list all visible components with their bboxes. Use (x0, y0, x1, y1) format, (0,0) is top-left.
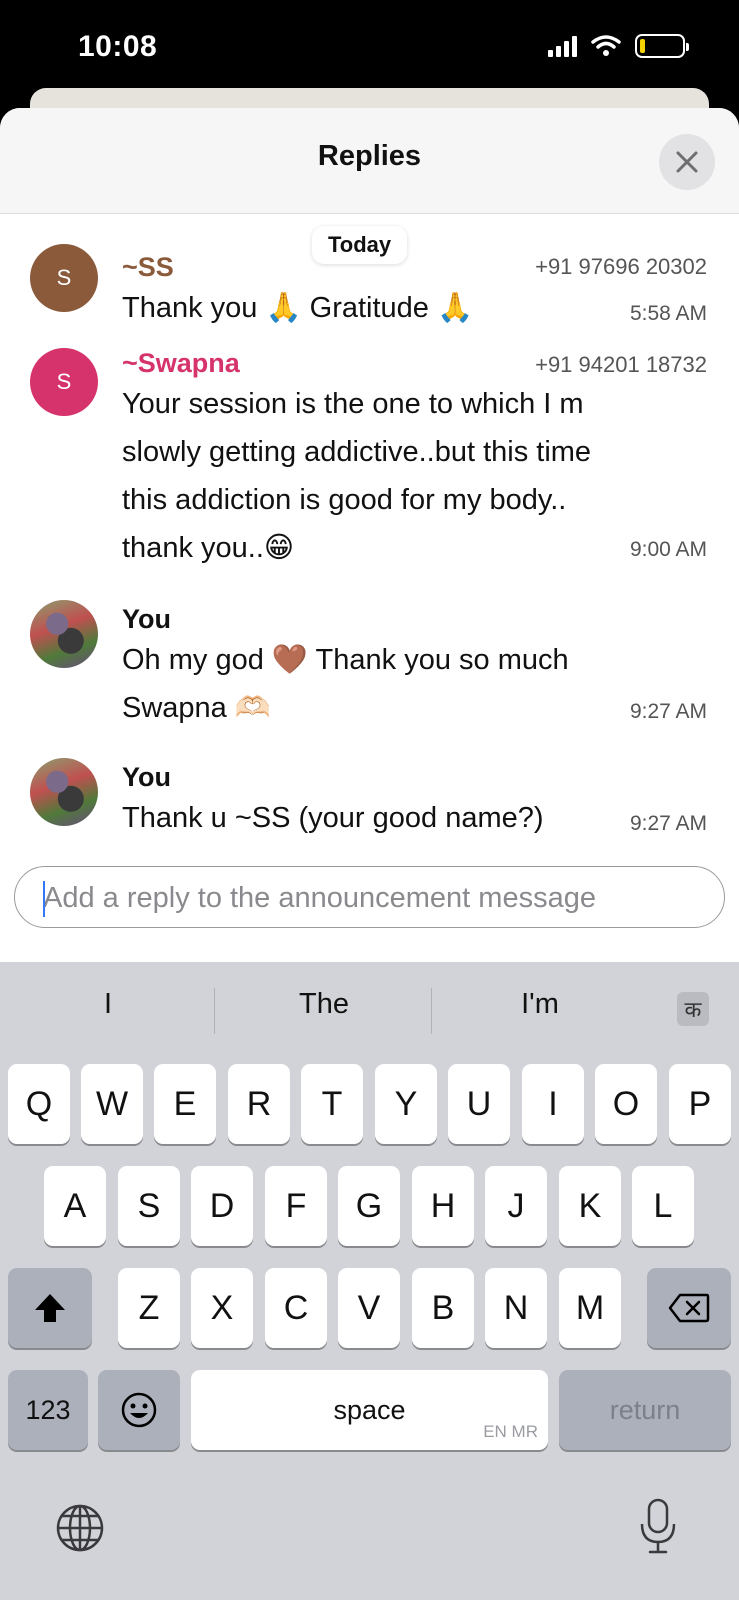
message-text: Thank you 🙏 Gratitude 🙏 (122, 284, 642, 332)
message-line: Swapna 🫶🏻 (122, 692, 271, 724)
message-line: Your session is the one to which I m (122, 388, 584, 420)
message-line: thank you..😁 (122, 532, 295, 564)
message-line: Thank u ~SS (your good name?) (122, 802, 544, 834)
close-icon (676, 151, 698, 173)
key-z[interactable]: Z (118, 1268, 180, 1348)
suggestion-item[interactable]: I (8, 988, 208, 1021)
sender-name[interactable]: ~Swapna (122, 348, 240, 379)
message-text: Thank u ~SS (your good name?) (122, 794, 642, 842)
sender-phone: +91 97696 20302 (535, 254, 707, 279)
key-e[interactable]: E (154, 1064, 216, 1144)
space-label: space (333, 1394, 406, 1425)
message-time: 9:00 AM (629, 538, 707, 561)
key-n[interactable]: N (485, 1268, 547, 1348)
key-h[interactable]: H (412, 1166, 474, 1246)
key-i[interactable]: I (522, 1064, 584, 1144)
message-line: Oh my god 🤎 Thank you so much (122, 644, 569, 676)
key-x[interactable]: X (191, 1268, 253, 1348)
message-text: Oh my god 🤎 Thank you so much Swapna 🫶🏻 (122, 636, 642, 732)
key-a[interactable]: A (44, 1166, 106, 1246)
key-q[interactable]: Q (8, 1064, 70, 1144)
emoji-key[interactable] (98, 1370, 180, 1450)
mic-icon[interactable] (638, 1496, 678, 1556)
keyboard: I The I'm क Q W E R T Y U I O P A S D F … (0, 962, 739, 1600)
key-w[interactable]: W (81, 1064, 143, 1144)
message-time: 9:27 AM (629, 812, 707, 835)
key-t[interactable]: T (301, 1064, 363, 1144)
script-switch-key[interactable]: क (677, 992, 709, 1026)
avatar[interactable] (30, 758, 98, 826)
battery-icon (635, 34, 689, 58)
suggestion-divider (431, 988, 432, 1034)
key-o[interactable]: O (595, 1064, 657, 1144)
message-list[interactable]: Today S ~SS +91 97696 20302 Thank you 🙏 … (0, 214, 739, 854)
wifi-icon (591, 35, 621, 56)
key-j[interactable]: J (485, 1166, 547, 1246)
status-time: 10:08 (78, 30, 158, 63)
return-key[interactable]: return (559, 1370, 731, 1450)
numbers-key[interactable]: 123 (8, 1370, 88, 1450)
emoji-icon (121, 1392, 157, 1428)
cellular-signal-icon (548, 35, 577, 57)
message-text: Your session is the one to which I m slo… (122, 380, 642, 572)
language-tag: EN MR (483, 1422, 538, 1441)
key-c[interactable]: C (265, 1268, 327, 1348)
text-caret (43, 881, 45, 917)
reply-input[interactable] (43, 875, 703, 921)
avatar-letter: S (56, 265, 72, 290)
suggestion-item[interactable]: I'm (440, 988, 640, 1021)
key-k[interactable]: K (559, 1166, 621, 1246)
shift-icon (35, 1294, 65, 1322)
key-l[interactable]: L (632, 1166, 694, 1246)
message-time: 9:27 AM (629, 700, 707, 723)
date-pill: Today (312, 226, 408, 264)
close-button[interactable] (659, 134, 715, 190)
shift-key[interactable] (8, 1268, 92, 1348)
key-d[interactable]: D (191, 1166, 253, 1246)
globe-icon[interactable] (54, 1502, 106, 1554)
message-line: this addiction is good for my body.. (122, 484, 567, 516)
suggestion-bar: I The I'm क (0, 962, 739, 1052)
reply-input-box[interactable] (14, 866, 725, 928)
status-icons (548, 34, 689, 58)
key-s[interactable]: S (118, 1166, 180, 1246)
key-v[interactable]: V (338, 1268, 400, 1348)
key-f[interactable]: F (265, 1166, 327, 1246)
message-line: slowly getting addictive..but this time (122, 436, 592, 468)
key-r[interactable]: R (228, 1064, 290, 1144)
avatar[interactable] (30, 600, 98, 668)
sender-phone: +91 94201 18732 (535, 352, 707, 377)
avatar[interactable]: S (30, 244, 98, 312)
avatar[interactable]: S (30, 348, 98, 416)
suggestion-item[interactable]: The (224, 988, 424, 1021)
key-g[interactable]: G (338, 1166, 400, 1246)
sender-name[interactable]: You (122, 604, 171, 635)
sender-name[interactable]: You (122, 762, 171, 793)
message-time: 5:58 AM (629, 302, 707, 325)
avatar-letter: S (56, 369, 72, 394)
delete-icon (668, 1293, 710, 1323)
key-m[interactable]: M (559, 1268, 621, 1348)
delete-key[interactable] (647, 1268, 731, 1348)
sheet-title: Replies (317, 140, 422, 172)
key-y[interactable]: Y (375, 1064, 437, 1144)
message-line: Thank you 🙏 Gratitude 🙏 (122, 292, 474, 324)
key-u[interactable]: U (448, 1064, 510, 1144)
sheet-header: Replies (0, 108, 739, 214)
status-bar: 10:08 (0, 0, 739, 100)
suggestion-divider (214, 988, 215, 1034)
key-b[interactable]: B (412, 1268, 474, 1348)
sender-name[interactable]: ~SS (122, 252, 174, 283)
space-key[interactable]: space EN MR (191, 1370, 548, 1450)
key-p[interactable]: P (669, 1064, 731, 1144)
